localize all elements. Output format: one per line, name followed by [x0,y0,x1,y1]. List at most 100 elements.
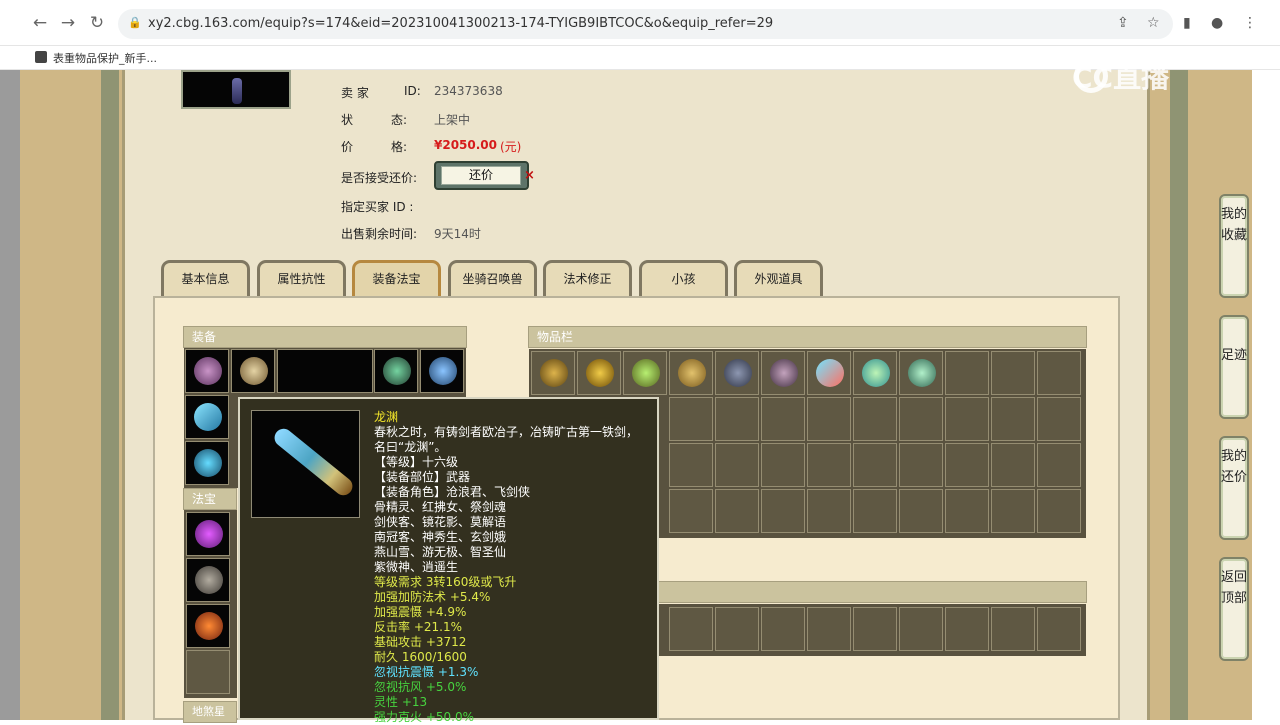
inventory-slot-empty[interactable] [761,443,805,487]
inventory-slot-empty[interactable] [761,397,805,441]
star-icon[interactable]: ☆ [1147,15,1160,31]
storage-slot-empty[interactable] [899,607,943,651]
inventory-slot[interactable] [715,351,759,395]
tab-child[interactable]: 小孩 [639,260,728,296]
charm-icon [862,359,890,387]
designated-buyer-label: 指定买家 ID : [341,200,414,214]
counter-offer-button[interactable]: 还价 [434,161,529,190]
inventory-slot-empty[interactable] [669,489,713,533]
bookmark-favicon-icon [35,51,47,63]
equipment-slot[interactable] [231,349,275,393]
reload-button[interactable]: ↻ [88,14,106,32]
side-button-back-to-top[interactable]: 返回顶部 [1219,557,1249,661]
counter-offer-button-label: 还价 [441,166,521,185]
storage-slot-empty[interactable] [1037,607,1081,651]
tab-spell-correction[interactable]: 法术修正 [543,260,632,296]
inventory-slot[interactable] [531,351,575,395]
inventory-slot-empty[interactable] [669,443,713,487]
inventory-slot-empty[interactable] [715,489,759,533]
inventory-slot-empty[interactable] [991,397,1035,441]
side-button-footprints[interactable]: 足迹 [1219,315,1249,419]
inventory-slot-empty[interactable] [715,443,759,487]
inventory-slot-empty[interactable] [807,397,851,441]
feather-icon [816,359,844,387]
gem-icon [195,612,223,640]
counter-offer-label: 是否接受还价: [341,171,418,185]
status-label-suffix: 态: [391,113,408,127]
inventory-slot-empty[interactable] [669,397,713,441]
url-text[interactable]: xy2.cbg.163.com/equip?s=174&eid=20231004… [148,16,773,31]
inventory-slot-empty[interactable] [899,397,943,441]
inventory-slot-empty[interactable] [899,443,943,487]
inventory-slot-empty[interactable] [1037,351,1081,395]
item-role-line: 剑侠客、镜花影、莫解语 [374,515,507,529]
tab-appearance[interactable]: 外观道具 [734,260,823,296]
inventory-slot-empty[interactable] [761,489,805,533]
storage-slot-empty[interactable] [761,607,805,651]
inventory-slot-empty[interactable] [945,443,989,487]
tab-equipment[interactable]: 装备法宝 [352,260,441,296]
equipment-slot[interactable] [420,349,464,393]
inventory-slot-empty[interactable] [715,397,759,441]
tab-attributes[interactable]: 属性抗性 [257,260,346,296]
equipment-slot[interactable] [185,349,229,393]
profile-icon[interactable]: ● [1211,15,1223,31]
equipment-slot[interactable] [374,349,418,393]
storage-slot-empty[interactable] [991,607,1035,651]
bag-icon [194,357,222,385]
storage-slot-empty[interactable] [669,607,713,651]
inventory-slot[interactable] [577,351,621,395]
storage-slot-empty[interactable] [807,607,851,651]
inventory-slot-empty[interactable] [853,443,897,487]
equipment-slot-weapon[interactable] [185,395,229,439]
inventory-slot-empty[interactable] [807,443,851,487]
inventory-slot-empty[interactable] [991,351,1035,395]
inventory-slot[interactable] [807,351,851,395]
tab-basic-info[interactable]: 基本信息 [161,260,250,296]
helmet-icon [240,357,268,385]
inventory-slot[interactable] [669,351,713,395]
inventory-slot-empty[interactable] [945,397,989,441]
inventory-slot[interactable] [761,351,805,395]
fabao-slot[interactable] [186,558,230,602]
inventory-slot-empty[interactable] [945,351,989,395]
inventory-slot-empty[interactable] [853,397,897,441]
equipment-slot[interactable] [185,441,229,485]
share-icon[interactable]: ⇪ [1117,15,1129,31]
inventory-slot[interactable] [623,351,667,395]
sidepanel-icon[interactable]: ▮ [1183,15,1191,31]
close-icon: × [524,168,535,183]
inventory-slot-empty[interactable] [991,489,1035,533]
ring-icon [194,449,222,477]
side-button-favorites[interactable]: 我的收藏 [1219,194,1249,298]
inventory-slot[interactable] [899,351,943,395]
price-label: 价 [341,140,354,154]
storage-slot-empty[interactable] [853,607,897,651]
storage-slot-empty[interactable] [715,607,759,651]
fabao-slot[interactable] [186,512,230,556]
inventory-slot-empty[interactable] [991,443,1035,487]
back-button[interactable]: ← [31,14,49,32]
equipment-slot-empty[interactable] [277,349,373,393]
inventory-slot[interactable] [853,351,897,395]
forward-button[interactable]: → [59,14,77,32]
inventory-slot-empty[interactable] [899,489,943,533]
storage-slot-empty[interactable] [945,607,989,651]
character-thumbnail[interactable] [181,70,291,109]
address-bar[interactable]: 🔒 xy2.cbg.163.com/equip?s=174&eid=202310… [118,9,1173,39]
inventory-slot-empty[interactable] [1037,489,1081,533]
inventory-slot-empty[interactable] [945,489,989,533]
menu-icon[interactable]: ⋮ [1243,15,1257,31]
inventory-slot-empty[interactable] [1037,397,1081,441]
tab-mounts-pets[interactable]: 坐骑召唤兽 [448,260,537,296]
inventory-slot-empty[interactable] [807,489,851,533]
inventory-slot-empty[interactable] [853,489,897,533]
bookmark-item[interactable]: 表重物品保护_新手... [53,50,157,66]
boots-icon [908,359,936,387]
fabao-slot-empty[interactable] [186,650,230,694]
cloak-icon [678,359,706,387]
mask-icon [383,357,411,385]
side-button-my-counter-offers[interactable]: 我的还价 [1219,436,1249,540]
inventory-slot-empty[interactable] [1037,443,1081,487]
fabao-slot[interactable] [186,604,230,648]
